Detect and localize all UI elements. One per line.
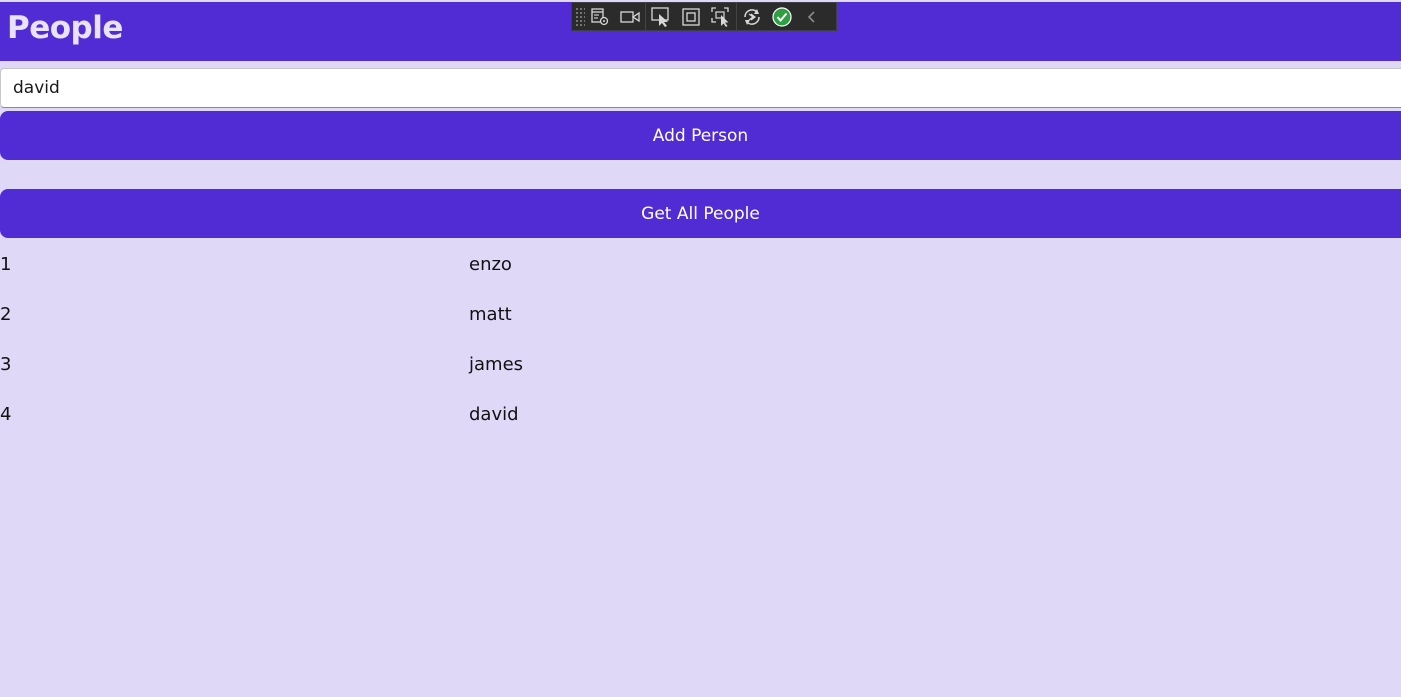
app-window: People david Add Person Get All People 1…: [0, 0, 1401, 697]
collapse-chevron-icon[interactable]: [797, 3, 827, 30]
add-person-button[interactable]: Add Person: [0, 111, 1401, 160]
page-title: People: [7, 10, 123, 46]
person-id: 1: [0, 254, 12, 275]
toolbar-grip-handle[interactable]: [575, 6, 585, 27]
track-focus-icon[interactable]: [706, 3, 736, 30]
binding-status-ok-icon[interactable]: [767, 3, 797, 30]
xaml-debug-toolbar: [571, 2, 837, 31]
display-layout-adorners-icon[interactable]: [676, 3, 706, 30]
people-list: 1 enzo 2 matt 3 james 4 david: [0, 240, 1401, 440]
hot-reload-icon[interactable]: [737, 3, 767, 30]
person-id: 3: [0, 354, 12, 375]
get-all-people-button[interactable]: Get All People: [0, 189, 1401, 238]
list-item[interactable]: 2 matt: [0, 290, 1401, 340]
person-name: james: [469, 354, 524, 375]
list-item[interactable]: 3 james: [0, 340, 1401, 390]
record-icon[interactable]: [615, 3, 645, 30]
person-id: 2: [0, 304, 12, 325]
person-name-input[interactable]: [0, 68, 1401, 108]
person-name: david: [469, 404, 519, 425]
person-name: matt: [469, 304, 512, 325]
list-item[interactable]: 4 david: [0, 390, 1401, 440]
person-name: enzo: [469, 254, 512, 275]
live-visual-tree-icon[interactable]: [585, 3, 615, 30]
list-item[interactable]: 1 enzo: [0, 240, 1401, 290]
select-element-icon[interactable]: [646, 3, 676, 30]
person-id: 4: [0, 404, 12, 425]
